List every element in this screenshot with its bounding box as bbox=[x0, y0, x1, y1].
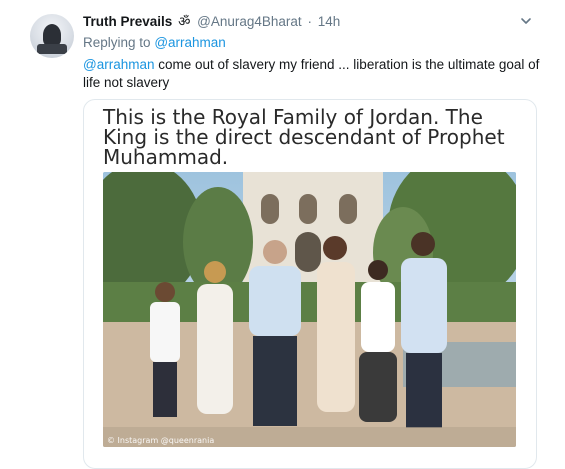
chevron-down-icon[interactable] bbox=[519, 14, 533, 28]
author-name-emoji: ॐ bbox=[178, 14, 191, 30]
tweet-text: @arrahman come out of slavery my friend … bbox=[83, 56, 543, 92]
replying-to: Replying to @arrahman bbox=[83, 34, 226, 52]
avatar-figure bbox=[43, 24, 61, 46]
family-photo-drawing bbox=[103, 172, 516, 447]
media-caption: This is the Royal Family of Jordan. The … bbox=[103, 105, 505, 169]
replying-to-link[interactable]: @arrahman bbox=[154, 35, 225, 50]
tweet[interactable]: Truth Prevails ॐ @Anurag4Bharat · 14h Re… bbox=[0, 0, 565, 469]
mention-link[interactable]: @arrahman bbox=[83, 57, 154, 72]
author-handle[interactable]: @Anurag4Bharat bbox=[197, 14, 302, 29]
tweet-timestamp[interactable]: 14h bbox=[318, 14, 341, 29]
separator-dot: · bbox=[307, 14, 312, 29]
photo-watermark: © Instagram @queenrania bbox=[107, 436, 215, 445]
avatar[interactable] bbox=[30, 14, 74, 58]
avatar-base bbox=[37, 44, 67, 54]
tweet-header: Truth Prevails ॐ @Anurag4Bharat · 14h bbox=[83, 13, 340, 31]
replying-to-label: Replying to bbox=[83, 35, 151, 50]
family-photo[interactable] bbox=[103, 172, 516, 447]
media-card[interactable]: This is the Royal Family of Jordan. The … bbox=[83, 99, 537, 469]
author-name[interactable]: Truth Prevails bbox=[83, 14, 172, 29]
